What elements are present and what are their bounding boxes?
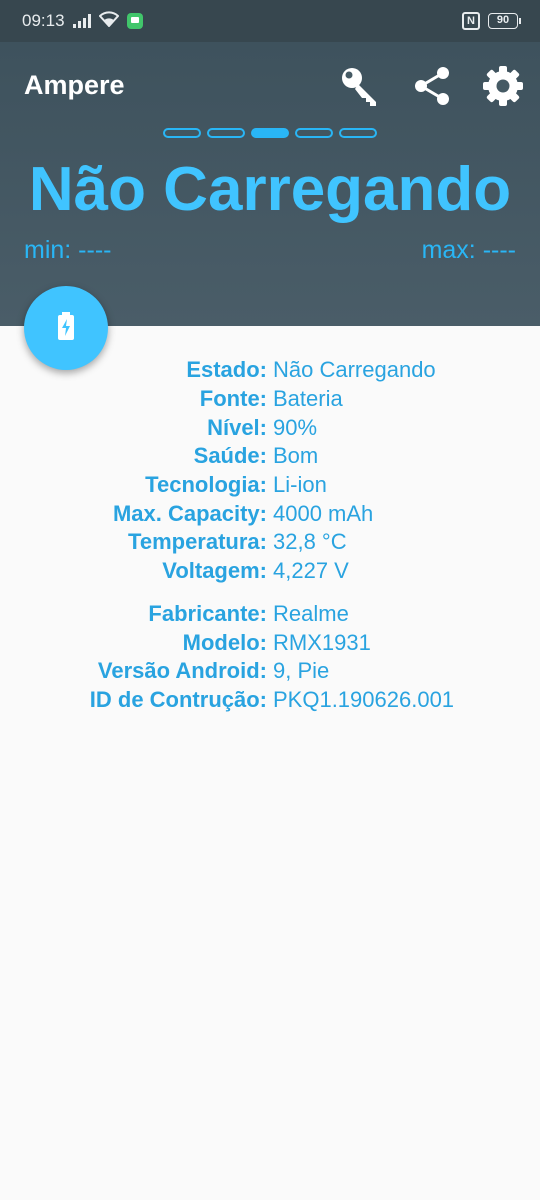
- page-dot[interactable]: [163, 128, 201, 138]
- page-dot-active[interactable]: [251, 128, 289, 138]
- status-time: 09:13: [22, 11, 65, 30]
- app-header: Ampere Não Carregando min: ---- max: ---…: [0, 42, 540, 326]
- info-label: Tecnologia:: [145, 472, 267, 498]
- key-icon[interactable]: [338, 64, 382, 108]
- info-row-model: Modelo: RMX1931: [0, 628, 540, 657]
- info-row-level: Nível: 90%: [0, 413, 540, 442]
- info-label: Versão Android:: [97, 658, 267, 684]
- page-dot[interactable]: [207, 128, 245, 138]
- max-current-label: max: ----: [421, 236, 516, 264]
- info-row-state: Estado: Não Carregando: [0, 356, 540, 385]
- message-notification-icon: [126, 13, 143, 29]
- share-icon[interactable]: [410, 64, 454, 108]
- info-row-technology: Tecnologia: Li-ion: [0, 471, 540, 500]
- info-row-manufacturer: Fabricante: Realme: [0, 600, 540, 629]
- battery-status-icon: 90: [488, 13, 521, 29]
- info-row-temperature: Temperatura: 32,8 °C: [0, 528, 540, 557]
- page-indicator: [0, 128, 540, 138]
- info-value: Li-ion: [273, 472, 327, 498]
- status-bar: 09:13 N 90: [0, 0, 540, 42]
- info-row-capacity: Max. Capacity: 4000 mAh: [0, 499, 540, 528]
- battery-charging-icon: [56, 311, 76, 346]
- info-label: Saúde:: [193, 443, 267, 469]
- info-row-build-id: ID de Contrução: PKQ1.190626.001: [0, 686, 540, 715]
- info-label: Estado:: [186, 357, 267, 383]
- info-value: Não Carregando: [273, 357, 436, 383]
- info-value: 4,227 V: [273, 558, 349, 584]
- page-dot[interactable]: [339, 128, 377, 138]
- info-label: Fabricante:: [148, 600, 267, 626]
- info-value: Bom: [273, 443, 319, 469]
- page-dot[interactable]: [295, 128, 333, 138]
- info-label: ID de Contrução:: [89, 686, 267, 712]
- info-value: RMX1931: [273, 629, 371, 655]
- info-row-source: Fonte: Bateria: [0, 385, 540, 414]
- info-label: Temperatura:: [128, 529, 267, 555]
- wifi-icon: [98, 10, 119, 32]
- info-label: Nível:: [207, 414, 267, 440]
- info-value: Bateria: [273, 386, 343, 412]
- battery-info-list: Estado: Não Carregando Fonte: Bateria Ní…: [0, 356, 540, 714]
- info-row-voltage: Voltagem: 4,227 V: [0, 557, 540, 586]
- cell-signal-icon: [72, 14, 91, 28]
- app-title: Ampere: [24, 70, 125, 100]
- info-value: 90%: [273, 414, 318, 440]
- info-value: 32,8 °C: [273, 529, 347, 555]
- info-label: Max. Capacity:: [112, 500, 267, 526]
- info-row-health: Saúde: Bom: [0, 442, 540, 471]
- info-row-android-version: Versão Android: 9, Pie: [0, 657, 540, 686]
- nfc-icon: N: [462, 12, 480, 30]
- min-current-label: min: ----: [24, 236, 112, 264]
- info-label: Modelo:: [182, 629, 267, 655]
- info-value: PKQ1.190626.001: [273, 686, 455, 712]
- charging-status-title: Não Carregando: [28, 155, 512, 224]
- info-label: Fonte:: [199, 386, 267, 412]
- info-value: Realme: [273, 600, 349, 626]
- info-value: 4000 mAh: [273, 500, 374, 526]
- info-label: Voltagem:: [162, 558, 267, 584]
- gear-icon[interactable]: [481, 64, 525, 108]
- info-value: 9, Pie: [273, 658, 330, 684]
